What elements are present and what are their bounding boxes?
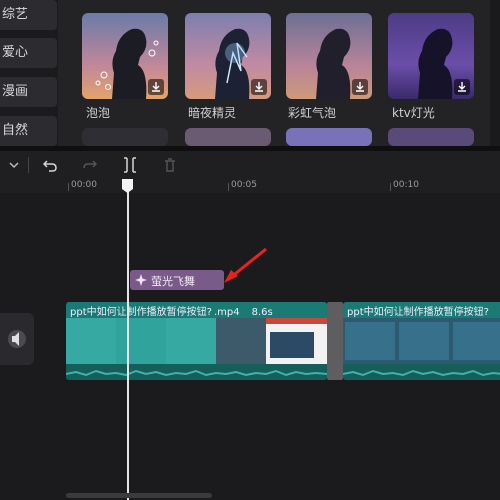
undo-icon[interactable] <box>40 155 60 175</box>
effect-label: 暗夜精灵 <box>188 106 237 120</box>
category-sidebar: 综艺 爱心 漫画 自然 <box>0 0 58 146</box>
playhead[interactable] <box>127 188 129 500</box>
video-clip[interactable]: ppt中如何让制作播放暂停按钮? <box>343 302 500 380</box>
download-icon[interactable] <box>148 79 164 95</box>
category-item-comic[interactable]: 漫画 <box>0 77 57 107</box>
playhead-handle[interactable] <box>122 179 133 193</box>
audio-waveform <box>66 364 327 380</box>
video-clip[interactable]: ppt中如何让制作播放暂停按钮? .mp4 8.6s <box>66 302 327 380</box>
ruler-tick <box>228 183 229 191</box>
split-icon[interactable] <box>120 155 140 175</box>
download-icon[interactable] <box>352 79 368 95</box>
clip-title: ppt中如何让制作播放暂停按钮? <box>347 307 489 318</box>
annotation-arrow <box>224 247 267 283</box>
timeline-toolbar <box>0 151 500 179</box>
clip-frames <box>343 318 500 364</box>
ruler-label: 00:05 <box>231 180 257 190</box>
category-item-variety[interactable]: 综艺 <box>0 0 57 30</box>
effect-label: 彩虹气泡 <box>288 106 337 120</box>
effect-card-ktv-light[interactable] <box>388 13 474 99</box>
category-item-nature[interactable]: 自然 <box>0 116 57 146</box>
ruler-label: 00:00 <box>71 180 97 190</box>
redo-icon[interactable] <box>80 155 100 175</box>
ruler-label: 00:10 <box>393 180 419 190</box>
effect-clip[interactable]: 萤光飞舞 <box>130 270 224 290</box>
sparkle-icon <box>135 274 147 286</box>
effect-card[interactable] <box>185 128 271 146</box>
toolbar-separator <box>28 157 29 173</box>
effects-grid: 泡泡 暗夜精灵 彩虹气泡 ktv灯光 <box>66 0 490 146</box>
effect-card[interactable] <box>82 128 168 146</box>
delete-icon[interactable] <box>160 155 180 175</box>
clip-title: ppt中如何让制作播放暂停按钮? .mp4 8.6s <box>70 307 273 318</box>
effect-card-rainbow-bubbles[interactable] <box>286 13 372 99</box>
effect-card-bubbles[interactable] <box>82 13 168 99</box>
effect-card[interactable] <box>286 128 372 146</box>
audio-waveform <box>343 364 500 380</box>
effect-label: 泡泡 <box>86 106 111 120</box>
ruler-tick <box>68 183 69 191</box>
ruler-tick <box>390 183 391 191</box>
effect-card-night-elf[interactable] <box>185 13 271 99</box>
clip-frames <box>66 318 327 364</box>
category-item-love[interactable]: 爱心 <box>0 38 57 68</box>
effects-panel: 综艺 爱心 漫画 自然 泡泡 暗夜精灵 彩虹气泡 ktv灯光 <box>0 0 500 146</box>
speaker-icon[interactable] <box>0 313 34 365</box>
download-icon[interactable] <box>454 79 470 95</box>
chevron-down-icon[interactable] <box>4 155 24 175</box>
track-audio-toggle[interactable] <box>0 313 34 365</box>
effect-card[interactable] <box>388 128 474 146</box>
effect-label: ktv灯光 <box>392 106 435 120</box>
download-icon[interactable] <box>251 79 267 95</box>
timeline-scrollbar[interactable] <box>66 493 212 498</box>
effect-clip-label: 萤光飞舞 <box>151 275 195 288</box>
clip-transition-handle[interactable] <box>327 302 343 380</box>
time-ruler[interactable]: 00:00 00:05 00:10 <box>0 179 500 193</box>
effects-scrollbar[interactable] <box>490 0 500 146</box>
